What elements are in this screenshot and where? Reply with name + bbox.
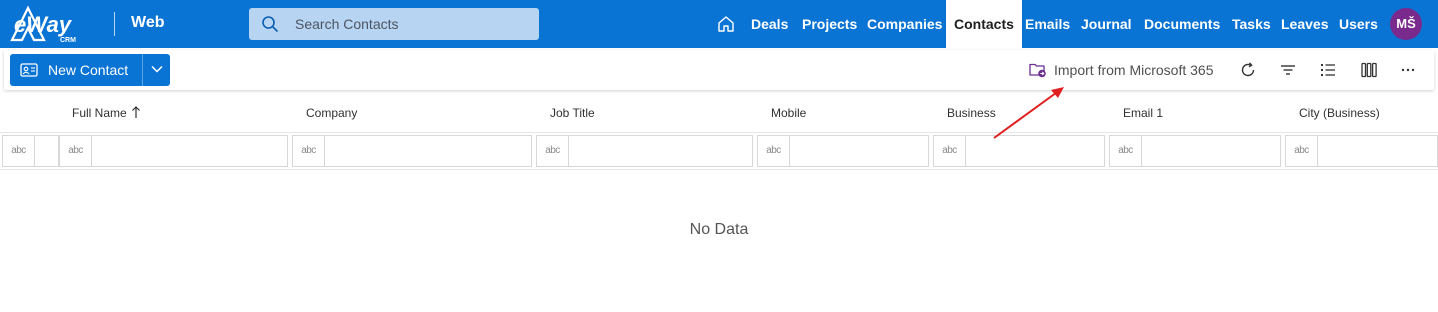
nav-documents[interactable]: Documents (1144, 0, 1220, 48)
filter-job-title[interactable]: abc (536, 135, 753, 167)
nav-journal[interactable]: Journal (1081, 0, 1132, 48)
filter-full-name-input[interactable] (94, 136, 284, 166)
column-header-business[interactable]: Business (947, 106, 996, 120)
search-box[interactable] (249, 8, 539, 40)
sort-ascending-icon[interactable] (131, 105, 141, 119)
more-icon[interactable] (1398, 60, 1418, 80)
logo-sub: CRM (60, 37, 76, 44)
app-name: Web (131, 14, 165, 31)
header-divider (0, 132, 1438, 133)
filter-type-abc[interactable]: abc (934, 136, 966, 166)
search-icon (262, 16, 278, 32)
chevron-down-icon (151, 65, 163, 73)
import-folder-icon[interactable] (1029, 62, 1047, 78)
list-view-icon[interactable] (1318, 60, 1338, 80)
logo-divider (114, 12, 115, 36)
filter-type-abc[interactable]: abc (758, 136, 790, 166)
user-avatar[interactable]: MŠ (1390, 8, 1422, 40)
filter-cell-selector[interactable]: abc (2, 135, 59, 167)
refresh-icon[interactable] (1238, 60, 1258, 80)
annotation-arrow (993, 87, 1064, 139)
filter-type-abc[interactable]: abc (1110, 136, 1142, 166)
empty-state-text: No Data (689, 221, 749, 238)
nav-emails[interactable]: Emails (1025, 0, 1070, 48)
column-header-job-title[interactable]: Job Title (550, 106, 595, 120)
column-header-full-name[interactable]: Full Name (72, 106, 127, 120)
top-bar: eWay CRM Web Deals Projects Companies Co… (0, 0, 1438, 48)
nav-tasks[interactable]: Tasks (1232, 0, 1271, 48)
filter-divider (0, 169, 1438, 170)
nav-users[interactable]: Users (1339, 0, 1378, 48)
filter-icon[interactable] (1278, 60, 1298, 80)
columns-icon[interactable] (1359, 60, 1379, 80)
filter-job-title-input[interactable] (571, 136, 749, 166)
filter-type-abc[interactable]: abc (1286, 136, 1318, 166)
filter-city-business-input[interactable] (1320, 136, 1435, 166)
filter-company-input[interactable] (327, 136, 527, 166)
filter-city-business[interactable]: abc (1285, 135, 1438, 167)
nav-deals[interactable]: Deals (751, 0, 788, 48)
logo-text: eWay (14, 12, 73, 37)
column-header-company[interactable]: Company (306, 106, 357, 120)
column-header-city-business[interactable]: City (Business) (1299, 106, 1380, 120)
filter-email-1[interactable]: abc (1109, 135, 1281, 167)
filter-email-1-input[interactable] (1144, 136, 1278, 166)
home-icon[interactable] (716, 14, 736, 34)
new-contact-button[interactable]: New Contact (10, 54, 142, 86)
nav-leaves[interactable]: Leaves (1281, 0, 1328, 48)
search-input[interactable] (295, 8, 525, 40)
new-contact-label: New Contact (48, 62, 129, 78)
filter-full-name[interactable]: abc (59, 135, 288, 167)
filter-type-abc[interactable]: abc (537, 136, 569, 166)
contact-card-icon (20, 63, 38, 77)
filter-type-abc[interactable]: abc (293, 136, 325, 166)
import-from-microsoft-365-button[interactable]: Import from Microsoft 365 (1054, 62, 1214, 78)
new-contact-dropdown-button[interactable] (142, 54, 170, 86)
column-header-mobile[interactable]: Mobile (771, 106, 806, 120)
command-bar: New Contact Import from Microsoft 365 (4, 50, 1434, 90)
filter-type-abc[interactable]: abc (60, 136, 92, 166)
filter-company[interactable]: abc (292, 135, 532, 167)
column-header-email-1[interactable]: Email 1 (1123, 106, 1163, 120)
nav-companies[interactable]: Companies (867, 0, 942, 48)
eway-logo[interactable]: eWay CRM (8, 4, 94, 44)
nav-contacts[interactable]: Contacts (946, 0, 1022, 48)
filter-mobile[interactable]: abc (757, 135, 929, 167)
nav-projects[interactable]: Projects (802, 0, 857, 48)
filter-mobile-input[interactable] (792, 136, 926, 166)
filter-type-abc[interactable]: abc (3, 136, 35, 166)
